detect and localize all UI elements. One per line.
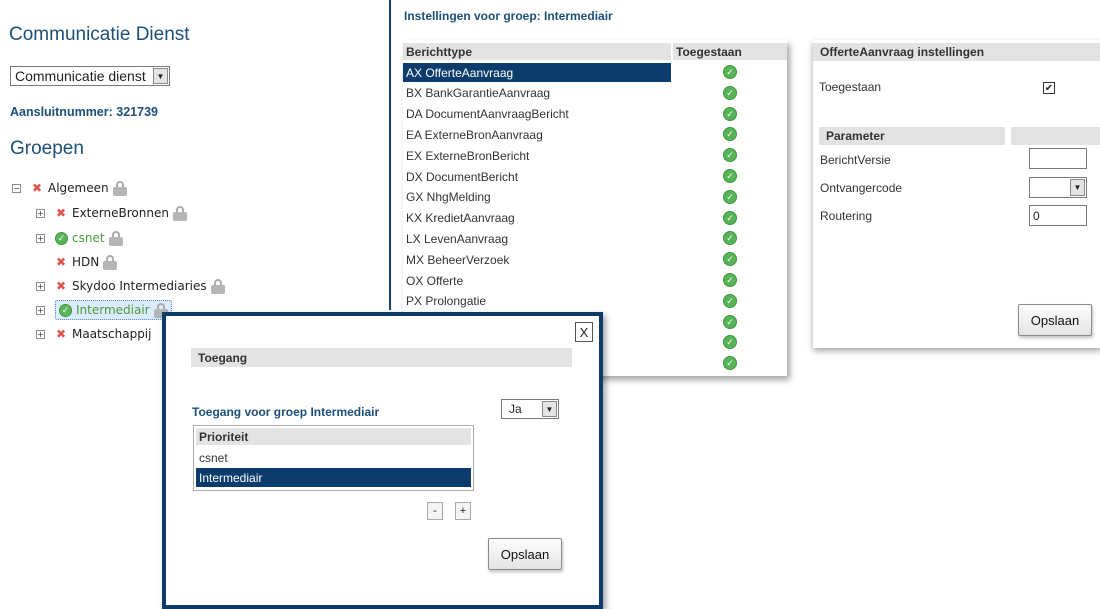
expand-icon[interactable]: + bbox=[36, 208, 45, 218]
chevron-down-icon[interactable]: ▼ bbox=[153, 68, 168, 84]
collapse-icon[interactable]: − bbox=[12, 183, 21, 193]
lock-icon bbox=[172, 206, 187, 221]
access-select[interactable]: Ja ▼ bbox=[501, 399, 559, 419]
save-settings-button[interactable]: Opslaan bbox=[1018, 304, 1092, 336]
page-title: Communicatie Dienst bbox=[9, 24, 190, 45]
move-down-button[interactable]: - bbox=[427, 502, 443, 520]
denied-icon: ✖ bbox=[55, 206, 67, 220]
service-select-value: Communicatie dienst bbox=[15, 68, 146, 84]
column-header-toegestaan: Toegestaan bbox=[673, 43, 787, 60]
column-header-berichttype: Berichttype bbox=[403, 43, 671, 60]
routering-label: Routering bbox=[820, 209, 873, 223]
allowed-check-icon[interactable]: ✓ bbox=[723, 127, 737, 142]
expand-icon[interactable]: + bbox=[36, 305, 45, 315]
tree-node-label: Skydoo Intermediaries bbox=[72, 279, 207, 293]
priority-item-selected[interactable]: Intermediair bbox=[196, 468, 471, 487]
ontvangercode-select[interactable]: ▼ bbox=[1029, 177, 1087, 198]
allowed-checkbox[interactable]: ✔ bbox=[1043, 82, 1055, 94]
group-settings-header: Instellingen voor groep: Intermediair bbox=[404, 9, 613, 23]
lock-icon bbox=[108, 231, 123, 246]
priority-header: Prioriteit bbox=[196, 428, 471, 445]
expand-icon[interactable]: + bbox=[36, 281, 45, 291]
tree-node-label: csnet bbox=[72, 231, 105, 245]
table-row[interactable]: KX KredietAanvraag bbox=[403, 209, 671, 228]
chevron-down-icon[interactable]: ▼ bbox=[1070, 179, 1085, 196]
parameter-header-value bbox=[1011, 127, 1100, 145]
allowed-check-icon[interactable]: ✓ bbox=[723, 85, 737, 100]
allowed-check-icon[interactable]: ✓ bbox=[723, 293, 737, 308]
tree-node-label: Algemeen bbox=[48, 181, 109, 195]
table-row[interactable]: DX DocumentBericht bbox=[403, 167, 671, 186]
access-label: Toegang voor groep Intermediair bbox=[192, 405, 380, 419]
tree-node-label: HDN bbox=[72, 255, 100, 269]
allowed-check-icon[interactable]: ✓ bbox=[723, 335, 737, 350]
priority-item[interactable]: csnet bbox=[196, 448, 471, 467]
denied-icon: ✖ bbox=[55, 255, 67, 269]
tree-node-externebronnen[interactable]: + ✖ ExterneBronnen bbox=[36, 203, 187, 223]
panel-divider bbox=[389, 0, 391, 310]
allowed-check-icon[interactable]: ✓ bbox=[723, 169, 737, 183]
save-access-button[interactable]: Opslaan bbox=[488, 538, 562, 570]
table-row[interactable]: MX BeheerVerzoek bbox=[403, 250, 671, 269]
berichtversie-label: BerichtVersie bbox=[820, 153, 891, 167]
move-up-button[interactable]: + bbox=[455, 502, 471, 520]
parameter-header: Parameter bbox=[819, 127, 1005, 145]
allowed-check-icon[interactable]: ✓ bbox=[723, 273, 737, 287]
allowed-check-icon[interactable]: ✓ bbox=[723, 210, 737, 225]
table-row-selected[interactable]: AX OfferteAanvraag bbox=[403, 63, 671, 82]
table-row[interactable]: EA ExterneBronAanvraag bbox=[403, 125, 671, 144]
lock-icon bbox=[103, 255, 118, 270]
allowed-icon: ✓ bbox=[59, 303, 72, 317]
tree-node-label: Intermediair bbox=[76, 303, 150, 317]
denied-icon: ✖ bbox=[55, 279, 67, 293]
berichtversie-input[interactable] bbox=[1029, 148, 1087, 169]
access-select-value: Ja bbox=[509, 402, 522, 416]
tree-node-label: ExterneBronnen bbox=[72, 206, 169, 220]
table-row[interactable]: DA DocumentAanvraagBericht bbox=[403, 105, 671, 124]
tree-node-maatschappij[interactable]: + ✖ Maatschappij bbox=[36, 324, 151, 344]
allowed-label: Toegestaan bbox=[819, 80, 882, 94]
tree-node-intermediair[interactable]: + ✓ Intermediair bbox=[36, 300, 172, 320]
groups-title: Groepen bbox=[10, 138, 84, 159]
priority-list: Prioriteit csnet Intermediair bbox=[193, 425, 474, 491]
access-dialog: X Toegang Toegang voor groep Intermediai… bbox=[162, 312, 603, 609]
close-button[interactable]: X bbox=[575, 322, 593, 342]
tree-node-selected[interactable]: ✓ Intermediair bbox=[55, 300, 172, 320]
chevron-down-icon[interactable]: ▼ bbox=[542, 401, 557, 417]
message-settings-panel: OfferteAanvraag instellingen Toegestaan … bbox=[813, 40, 1100, 348]
tree-node-skydoo[interactable]: + ✖ Skydoo Intermediaries bbox=[36, 276, 225, 296]
allowed-check-icon[interactable]: ✓ bbox=[723, 314, 737, 329]
allowed-check-icon[interactable]: ✓ bbox=[723, 231, 737, 246]
tree-node-hdn[interactable]: ✖ HDN bbox=[55, 252, 118, 272]
table-row[interactable]: PX Prolongatie bbox=[403, 292, 671, 311]
message-settings-header: OfferteAanvraag instellingen bbox=[813, 43, 1100, 61]
table-row[interactable]: OX Offerte bbox=[403, 271, 671, 290]
dialog-section-title: Toegang bbox=[191, 348, 572, 367]
lock-icon bbox=[112, 181, 127, 196]
allowed-check-icon[interactable]: ✓ bbox=[723, 189, 737, 204]
service-select[interactable]: Communicatie dienst ▼ bbox=[10, 66, 170, 86]
denied-icon: ✖ bbox=[31, 181, 43, 195]
allowed-check-icon[interactable]: ✓ bbox=[723, 252, 737, 267]
expand-icon[interactable]: + bbox=[36, 329, 45, 339]
tree-node-csnet[interactable]: + ✓ csnet bbox=[36, 228, 123, 248]
table-row[interactable]: LX LevenAanvraag bbox=[403, 229, 671, 248]
ontvangercode-label: Ontvangercode bbox=[820, 181, 903, 195]
allowed-check-icon[interactable]: ✓ bbox=[723, 356, 737, 371]
table-row[interactable]: GX NhgMelding bbox=[403, 188, 671, 207]
tree-node-label: Maatschappij bbox=[72, 327, 152, 341]
table-row[interactable]: EX ExterneBronBericht bbox=[403, 146, 671, 165]
tree-node-algemeen[interactable]: − ✖ Algemeen bbox=[12, 178, 127, 198]
routering-input[interactable]: 0 bbox=[1029, 205, 1087, 226]
allowed-check-icon[interactable]: ✓ bbox=[723, 65, 737, 79]
allowed-check-icon[interactable]: ✓ bbox=[723, 148, 737, 163]
table-row[interactable]: BX BankGarantieAanvraag bbox=[403, 84, 671, 103]
allowed-check-icon[interactable]: ✓ bbox=[723, 106, 737, 121]
connection-number: Aansluitnummer: 321739 bbox=[10, 105, 158, 119]
denied-icon: ✖ bbox=[55, 327, 67, 341]
expand-icon[interactable]: + bbox=[36, 233, 45, 243]
allowed-icon: ✓ bbox=[55, 231, 68, 245]
lock-icon bbox=[210, 279, 225, 294]
